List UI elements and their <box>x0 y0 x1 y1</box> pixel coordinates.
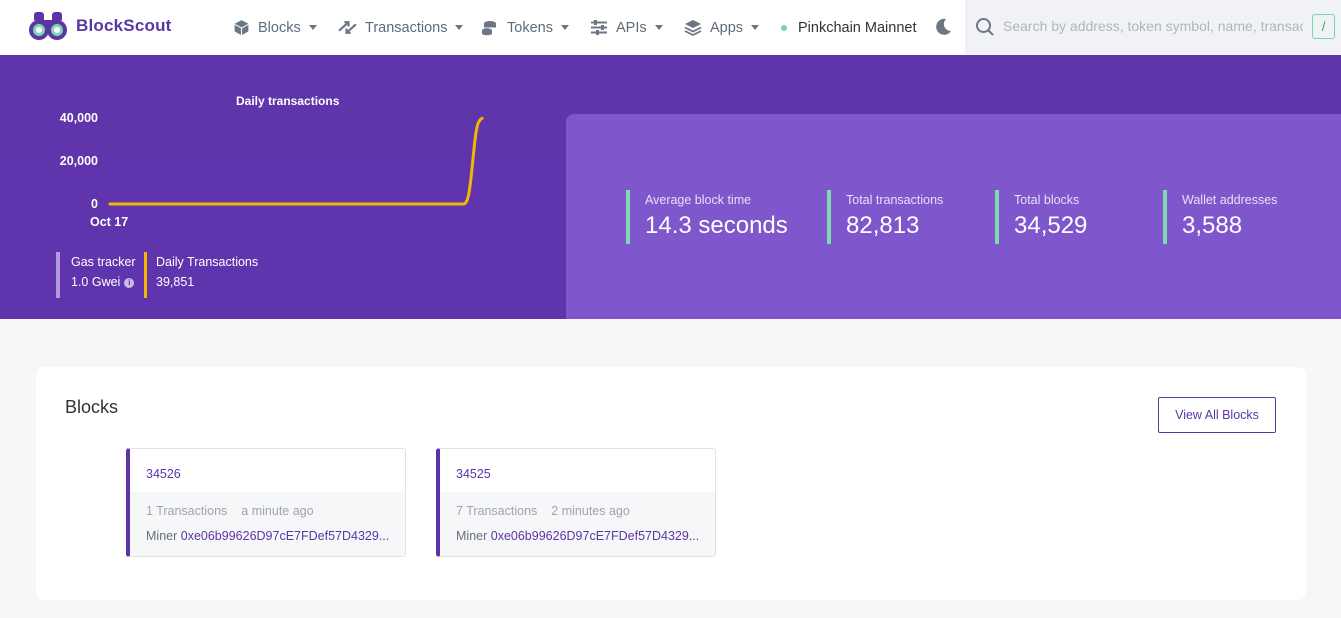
nav-transactions[interactable]: Transactions <box>338 0 464 55</box>
view-all-blocks-button[interactable]: View All Blocks <box>1158 397 1276 433</box>
stat-total-transactions: Total transactions 82,813 <box>827 190 943 244</box>
daily-transactions-value: 39,851 <box>156 275 195 289</box>
chevron-down-icon <box>654 25 663 30</box>
arrows-icon <box>338 19 357 36</box>
stat-label: Total blocks <box>1014 193 1080 207</box>
cube-icon <box>233 19 250 36</box>
stat-average-block-time: Average block time 14.3 seconds <box>626 190 788 244</box>
chevron-down-icon <box>308 25 317 30</box>
network-name: Pinkchain Mainnet <box>798 19 917 36</box>
stat-total-blocks: Total blocks 34,529 <box>995 190 1087 244</box>
series-line <box>108 116 484 206</box>
moon-icon <box>936 18 951 35</box>
daily-transactions-label: Daily Transactions <box>156 255 259 269</box>
nav-apis[interactable]: APIs <box>590 0 663 55</box>
block-miner: Miner 0xe06b99626D97cE7FDef57D4329... <box>146 529 405 543</box>
stat-value: 82,813 <box>846 212 920 239</box>
x-tick-label: Oct 17 <box>90 215 128 229</box>
chevron-down-icon <box>560 25 569 30</box>
nav-apis-label: APIs <box>616 19 647 36</box>
y-tick-label: 20,000 <box>60 154 98 168</box>
info-icon[interactable]: i <box>124 277 135 288</box>
block-tile-header: 34525 <box>440 449 715 492</box>
miner-address-link[interactable]: 0xe06b99626D97cE7FDef57D4329... <box>491 529 699 543</box>
stat-value: 14.3 seconds <box>645 212 788 239</box>
stat-value: 34,529 <box>1014 212 1088 239</box>
search-shortcut-hint: / <box>1312 14 1335 39</box>
nav-apps[interactable]: Apps <box>684 0 760 55</box>
stat-label: Average block time <box>645 193 752 207</box>
y-tick-label: 0 <box>91 197 98 211</box>
search-input[interactable] <box>1003 15 1303 37</box>
block-number-link[interactable]: 34525 <box>456 467 491 481</box>
search-icon <box>975 17 995 42</box>
brand-logo[interactable]: BlockScout <box>28 10 172 42</box>
search-bar: / <box>965 0 1341 55</box>
block-tx-count[interactable]: 7 Transactions <box>456 504 537 518</box>
nav-blocks-label: Blocks <box>258 19 301 36</box>
sliders-icon <box>590 19 608 36</box>
block-tile-header: 34526 <box>130 449 405 492</box>
block-age: a minute ago <box>241 504 314 518</box>
miner-label: Miner <box>456 529 488 543</box>
y-tick-label: 40,000 <box>60 111 98 125</box>
chevron-down-icon <box>751 25 760 30</box>
stat-label: Total transactions <box>846 193 944 207</box>
block-tx-count[interactable]: 1 Transactions <box>146 504 227 518</box>
miner-address-link[interactable]: 0xe06b99626D97cE7FDef57D4329... <box>181 529 389 543</box>
block-meta: 1 Transactions a minute ago <box>146 504 405 518</box>
stat-wallet-addresses: Wallet addresses 3,588 <box>1163 190 1277 244</box>
brand-name: BlockScout <box>76 16 172 35</box>
theme-toggle[interactable] <box>933 17 953 42</box>
gas-tracker-label: Gas tracker <box>71 255 136 269</box>
nav-apps-label: Apps <box>710 19 744 36</box>
block-meta: 7 Transactions 2 minutes ago <box>456 504 715 518</box>
gas-tracker: Gas tracker 1.0 Gwei i <box>56 252 136 298</box>
miner-label: Miner <box>146 529 178 543</box>
block-number-link[interactable]: 34526 <box>146 467 181 481</box>
gas-tracker-value-row: 1.0 Gwei i <box>71 275 136 289</box>
coins-icon <box>481 19 499 36</box>
daily-transactions-summary: Daily Transactions 39,851 <box>144 252 258 298</box>
chevron-down-icon <box>455 25 464 30</box>
top-navbar: BlockScout Blocks Transactions Tokens AP… <box>0 0 1341 55</box>
nav-tokens-label: Tokens <box>507 19 553 36</box>
block-tile-body: 7 Transactions 2 minutes ago Miner 0xe06b… <box>440 492 715 556</box>
nav-tokens[interactable]: Tokens <box>481 0 569 55</box>
block-tile-body: 1 Transactions a minute ago Miner 0xe06b9… <box>130 492 405 556</box>
stat-label: Wallet addresses <box>1182 193 1278 207</box>
nav-transactions-label: Transactions <box>365 19 448 36</box>
block-age: 2 minutes ago <box>551 504 630 518</box>
block-tile[interactable]: 34526 1 Transactions a minute ago Miner 0… <box>126 448 406 557</box>
block-tile[interactable]: 34525 7 Transactions 2 minutes ago Miner … <box>436 448 716 557</box>
layers-icon <box>684 19 702 37</box>
network-selector[interactable]: Pinkchain Mainnet <box>781 0 917 55</box>
nav-blocks[interactable]: Blocks <box>233 0 317 55</box>
blocks-section-title: Blocks <box>65 397 119 417</box>
daily-transactions-chart: 40,000 20,000 0 Oct 17 <box>60 111 484 229</box>
binoculars-logo-icon <box>29 12 67 40</box>
gas-tracker-value: 1.0 Gwei <box>71 275 121 289</box>
block-miner: Miner 0xe06b99626D97cE7FDef57D4329... <box>456 529 715 543</box>
network-status-dot <box>781 24 787 31</box>
stat-value: 3,588 <box>1182 212 1243 239</box>
